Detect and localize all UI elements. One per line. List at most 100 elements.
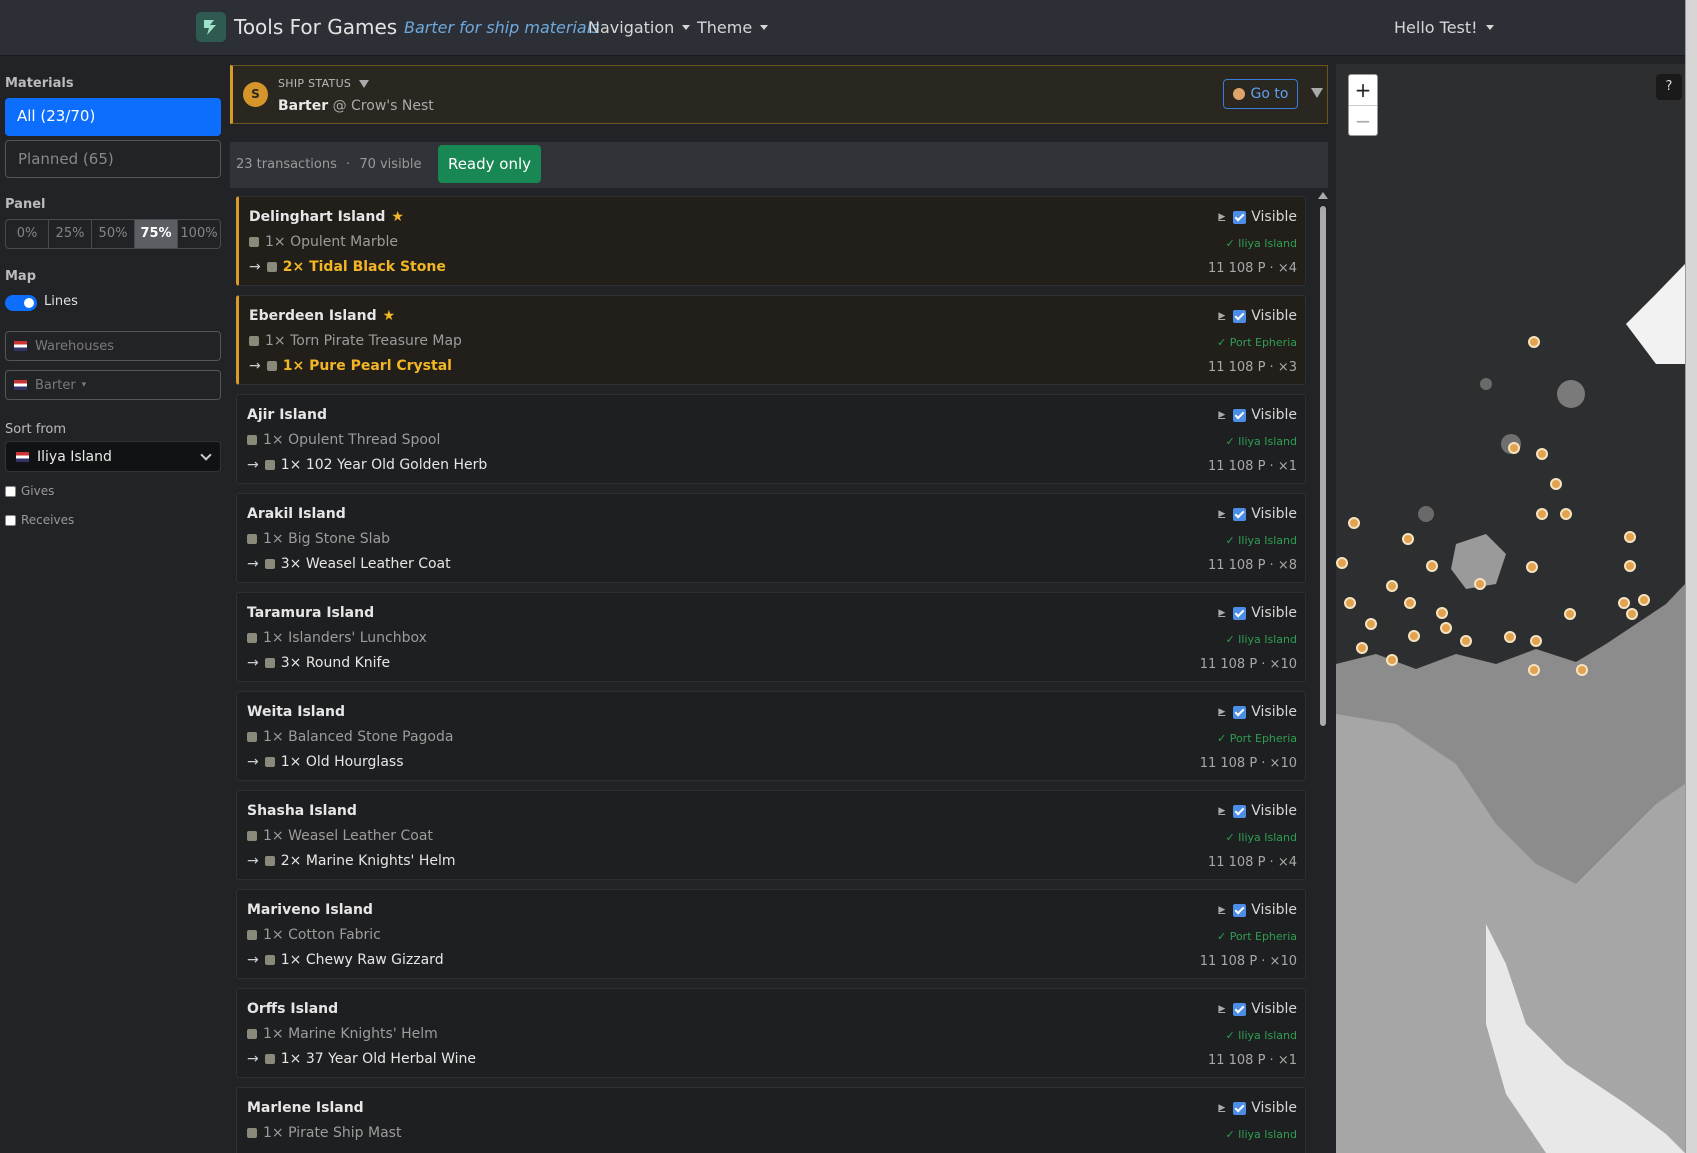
map-marker[interactable] [1550,478,1562,490]
map-marker[interactable] [1576,664,1588,676]
map-marker[interactable] [1526,561,1538,573]
island-name[interactable]: Taramura Island [247,605,374,621]
help-icon[interactable]: ? [1656,74,1682,100]
collapse-icon[interactable] [1311,88,1323,98]
map-marker[interactable] [1624,531,1636,543]
transaction-card[interactable]: Shasha Island 1× Weasel Leather Coat → 2× M… [236,790,1306,880]
play-icon[interactable]: ▶ [1218,905,1225,915]
visible-checkbox[interactable] [1233,1002,1247,1016]
map-marker[interactable] [1528,336,1540,348]
island-name[interactable]: Weita Island [247,704,345,720]
gives-checkbox-box[interactable] [5,485,16,497]
panel-size-75[interactable]: 75% [135,220,178,248]
visible-checkbox[interactable] [1233,606,1247,620]
panel-size-50[interactable]: 50% [92,220,135,248]
transaction-card[interactable]: Delinghart Island ★ 1× Opulent Marble → 2× T… [236,196,1306,286]
map-marker[interactable] [1504,631,1516,643]
visible-checkbox[interactable] [1233,705,1247,719]
transaction-card[interactable]: Arakil Island 1× Big Stone Slab → 3× Weasel… [236,493,1306,583]
page-scrollbar[interactable] [1685,0,1697,1153]
zoom-out-button[interactable]: − [1349,105,1377,135]
zoom-in-button[interactable]: + [1349,75,1377,105]
visible-checkbox[interactable] [1233,903,1247,917]
transaction-card[interactable]: Ajir Island 1× Opulent Thread Spool → 1× 10… [236,394,1306,484]
world-map[interactable]: + − ? [1336,64,1685,1153]
map-marker[interactable] [1638,594,1650,606]
map-marker[interactable] [1474,578,1486,590]
scroll-up-icon[interactable] [1318,192,1328,199]
receives-checkbox-box[interactable] [5,514,16,526]
map-marker[interactable] [1528,664,1540,676]
visible-checkbox[interactable] [1233,507,1247,521]
map-marker[interactable] [1624,560,1636,572]
play-icon[interactable]: ▶ [1218,707,1225,717]
receives-checkbox[interactable]: Receives [5,513,74,527]
map-marker[interactable] [1436,607,1448,619]
island-name[interactable]: Orffs Island [247,1001,338,1017]
map-marker[interactable] [1402,533,1414,545]
list-scrollbar-thumb[interactable] [1320,206,1326,726]
play-icon[interactable]: ▶ [1218,410,1225,420]
visible-checkbox[interactable] [1233,408,1247,422]
transaction-card[interactable]: Weita Island 1× Balanced Stone Pagoda → 1× … [236,691,1306,781]
transaction-card[interactable]: Mariveno Island 1× Cotton Fabric → 1× Chewy… [236,889,1306,979]
panel-size-0[interactable]: 0% [6,220,49,248]
list-scrollbar[interactable] [1318,192,1328,732]
nav-navigation-dropdown[interactable]: Navigation [588,18,690,37]
brand-link[interactable]: Tools For Games [196,12,397,42]
visible-checkbox[interactable] [1233,1101,1247,1115]
sort-from-select[interactable]: Iliya Island [5,441,221,472]
map-marker[interactable] [1365,618,1377,630]
map-marker[interactable] [1508,442,1520,454]
island-name[interactable]: Eberdeen Island ★ [249,308,395,324]
visible-toggle[interactable]: ▶ Visible [1218,506,1297,522]
filter-all-button[interactable]: All (23/70) [5,98,221,136]
lines-toggle[interactable] [5,295,37,311]
visible-checkbox[interactable] [1233,804,1247,818]
map-marker[interactable] [1404,597,1416,609]
island-name[interactable]: Marlene Island [247,1100,364,1116]
visible-checkbox[interactable] [1233,210,1247,224]
user-menu-dropdown[interactable]: Hello Test! [1394,18,1494,37]
play-icon[interactable]: ▶ [1218,1103,1225,1113]
visible-checkbox[interactable] [1233,309,1247,323]
visible-toggle[interactable]: ▶ Visible [1218,803,1297,819]
visible-toggle[interactable]: ▶ Visible [1218,308,1297,324]
filter-planned-button[interactable]: Planned (65) [5,140,221,178]
visible-toggle[interactable]: ▶ Visible [1218,407,1297,423]
transaction-card[interactable]: Taramura Island 1× Islanders' Lunchbox → 3×… [236,592,1306,682]
visible-toggle[interactable]: ▶ Visible [1218,1001,1297,1017]
visible-toggle[interactable]: ▶ Visible [1218,1100,1297,1116]
ship-status-toggle[interactable]: SHIP STATUS [278,77,370,90]
panel-size-100[interactable]: 100% [178,220,220,248]
map-marker[interactable] [1344,597,1356,609]
play-icon[interactable]: ▶ [1218,1004,1225,1014]
ready-only-button[interactable]: Ready only [438,145,541,183]
panel-size-25[interactable]: 25% [49,220,92,248]
nav-barter-link[interactable]: Barter for ship materials [404,18,600,37]
map-marker[interactable] [1426,560,1438,572]
map-marker[interactable] [1440,622,1452,634]
island-name[interactable]: Delinghart Island ★ [249,209,404,225]
play-icon[interactable]: ▶ [1218,608,1225,618]
visible-toggle[interactable]: ▶ Visible [1218,704,1297,720]
goto-button[interactable]: Go to [1223,79,1298,109]
map-marker[interactable] [1336,557,1348,569]
map-marker[interactable] [1560,508,1572,520]
nav-theme-dropdown[interactable]: Theme [697,18,768,37]
transaction-card[interactable]: Eberdeen Island ★ 1× Torn Pirate Treasure … [236,295,1306,385]
visible-toggle[interactable]: ▶ Visible [1218,209,1297,225]
island-name[interactable]: Shasha Island [247,803,357,819]
map-marker[interactable] [1536,448,1548,460]
island-name[interactable]: Ajir Island [247,407,327,423]
map-marker[interactable] [1356,642,1368,654]
island-name[interactable]: Arakil Island [247,506,346,522]
island-name[interactable]: Mariveno Island [247,902,373,918]
map-marker[interactable] [1348,517,1360,529]
warehouses-select[interactable]: Warehouses [5,331,221,361]
map-marker[interactable] [1386,580,1398,592]
map-marker[interactable] [1386,654,1398,666]
map-marker[interactable] [1564,608,1576,620]
gives-checkbox[interactable]: Gives [5,484,54,498]
map-marker[interactable] [1618,597,1630,609]
